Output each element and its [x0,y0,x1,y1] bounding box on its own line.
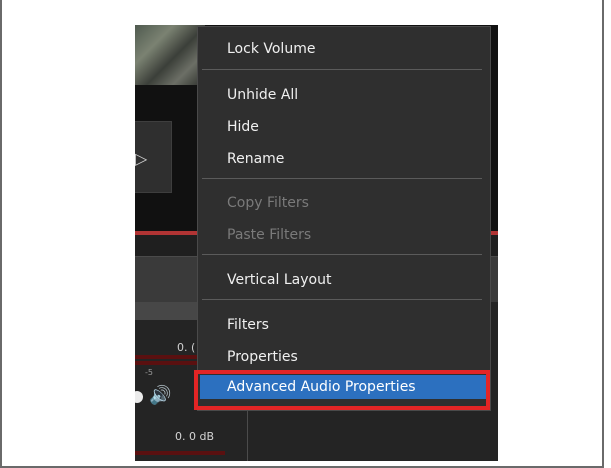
volume-meter [135,451,225,455]
db-readout-top: 0. ( [177,341,196,354]
menu-item-vertical-layout[interactable]: Vertical Layout [227,268,331,292]
menu-item-filters[interactable]: Filters [227,313,269,337]
menu-separator [202,178,482,179]
menu-separator [202,254,482,255]
menu-item-lock-volume[interactable]: Lock Volume [227,37,315,61]
play-icon: ▷ [135,149,148,168]
menu-item-copy-filters: Copy Filters [227,195,309,211]
menu-item-hide[interactable]: Hide [227,115,259,139]
context-menu: Lock Volume Unhide All Hide Rename Copy … [197,26,491,411]
menu-item-unhide-all[interactable]: Unhide All [227,83,298,107]
preview-image [135,25,205,85]
frame-border-left [0,0,2,468]
menu-item-rename[interactable]: Rename [227,147,284,171]
menu-item-properties[interactable]: Properties [227,345,298,369]
frame-border-right [602,0,604,468]
menu-item-paste-filters: Paste Filters [227,227,312,243]
db-readout-bottom: 0. 0 dB [175,430,215,443]
menu-separator [202,299,482,300]
meter-tick-label: -5 [145,368,153,377]
highlight-annotation-box [194,370,490,410]
speaker-icon[interactable]: 🔊 [149,385,171,406]
menu-separator [202,69,482,70]
